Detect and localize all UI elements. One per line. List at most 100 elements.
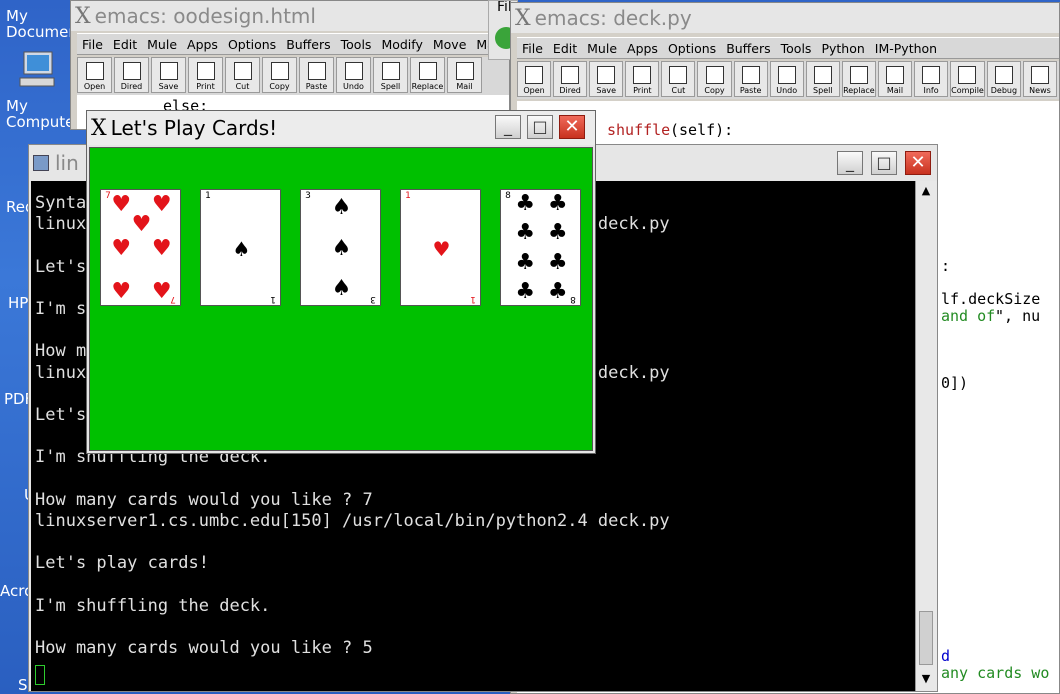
scrollbar-thumb[interactable]	[919, 611, 933, 665]
spell-check-icon	[813, 66, 832, 84]
terminal-line: I'm shuffling the deck.	[35, 595, 271, 616]
scroll-up-arrow-icon[interactable]: ▲	[918, 183, 934, 199]
menu-modify[interactable]: Modify	[376, 37, 427, 52]
cards-window[interactable]: X Let's Play Cards! _ □ ✕ 7 7 ♥ ♥ ♥ ♥ ♥ ♥ ♥ 1 1 ♠ 3 3…	[86, 110, 596, 454]
hearts-icon: ♥	[151, 192, 172, 218]
cards-maximize-button[interactable]: □	[527, 115, 553, 139]
gears-icon	[958, 66, 977, 84]
paste-button[interactable]: Paste	[299, 57, 334, 93]
menu-mule[interactable]: Mule	[582, 41, 622, 56]
spell-button[interactable]: Spell	[805, 61, 840, 97]
terminal-scrollbar[interactable]: ▲ ▼	[915, 181, 937, 691]
compile-button[interactable]: Compile	[950, 61, 985, 97]
menu-python[interactable]: Python	[816, 41, 869, 56]
dired-button[interactable]: Dired	[553, 61, 588, 97]
spell-button[interactable]: Spell	[373, 57, 408, 93]
mail-label: Mail	[886, 86, 904, 95]
desktop-icon-my-computer[interactable]: My Compute	[2, 50, 74, 130]
code-colon: :	[941, 257, 951, 275]
mail-icon	[455, 62, 474, 80]
mail-button[interactable]: Mail	[447, 57, 482, 93]
open-button[interactable]: Open	[517, 61, 552, 97]
cut-button[interactable]: Cut	[661, 61, 696, 97]
menu-apps[interactable]: Apps	[622, 41, 663, 56]
print-label: Print	[196, 82, 215, 91]
code-shuffle-keyword: shuffle	[607, 121, 671, 139]
folder-icon	[561, 66, 580, 84]
save-button[interactable]: Save	[589, 61, 624, 97]
cards-close-button[interactable]: ✕	[559, 115, 585, 139]
menu-file[interactable]: File	[517, 41, 548, 56]
bug-icon	[994, 66, 1013, 84]
menu-im-python[interactable]: IM-Python	[870, 41, 942, 56]
news-button[interactable]: News	[1022, 61, 1058, 97]
menu-mule[interactable]: Mule	[142, 37, 182, 52]
undo-label: Undo	[343, 82, 364, 91]
playing-card-3-of-spades[interactable]: 3 3 ♠ ♠ ♠	[300, 189, 381, 306]
clubs-icon: ♣	[515, 249, 536, 275]
menu-tools[interactable]: Tools	[336, 37, 377, 52]
hearts-icon: ♥	[151, 278, 172, 304]
card-rank-index-bottom: 3	[370, 294, 376, 304]
cut-label: Cut	[671, 86, 686, 95]
menu-buffers[interactable]: Buffers	[721, 41, 775, 56]
clubs-icon: ♣	[547, 191, 568, 217]
cut-button[interactable]: Cut	[225, 57, 260, 93]
print-button[interactable]: Print	[625, 61, 660, 97]
code-and-of-tail: ", nu	[995, 307, 1041, 325]
oodesign-title: emacs: oodesign.html	[94, 4, 316, 28]
playing-card-1-of-hearts[interactable]: 1 1 ♥	[400, 189, 481, 306]
replace-button[interactable]: Replace	[410, 57, 445, 93]
mail-button[interactable]: Mail	[877, 61, 913, 97]
x-logo-icon: X	[91, 115, 107, 141]
card-rank-index-bottom: 1	[270, 294, 276, 304]
deck-menubar: File Edit Mule Apps Options Buffers Tool…	[517, 37, 1059, 59]
menu-options[interactable]: Options	[223, 37, 281, 52]
print-button[interactable]: Print	[188, 57, 223, 93]
desktop-icon-my-documents[interactable]: My Documen	[2, 8, 78, 40]
replace-button[interactable]: Replace	[841, 61, 876, 97]
computer-icon	[16, 50, 58, 87]
menu-edit[interactable]: Edit	[108, 37, 142, 52]
open-button[interactable]: Open	[77, 57, 112, 93]
oodesign-titlebar[interactable]: X emacs: oodesign.html	[71, 1, 509, 31]
minimize-icon: _	[504, 117, 512, 136]
menu-edit[interactable]: Edit	[548, 41, 582, 56]
menu-move[interactable]: Move	[428, 37, 472, 52]
menu-file[interactable]: File	[77, 37, 108, 52]
dired-button[interactable]: Dired	[114, 57, 149, 93]
menu-buffers[interactable]: Buffers	[281, 37, 335, 52]
cards-minimize-button[interactable]: _	[495, 115, 521, 139]
replace-label: Replace	[411, 82, 444, 91]
debug-button[interactable]: Debug	[986, 61, 1021, 97]
folder-icon	[122, 62, 141, 80]
undo-button[interactable]: Undo	[336, 57, 371, 93]
playing-card-7-of-hearts[interactable]: 7 7 ♥ ♥ ♥ ♥ ♥ ♥ ♥	[100, 189, 181, 306]
menu-apps[interactable]: Apps	[182, 37, 223, 52]
menu-options[interactable]: Options	[663, 41, 721, 56]
copy-button[interactable]: Copy	[262, 57, 297, 93]
playing-card-1-of-spades[interactable]: 1 1 ♠	[200, 189, 281, 306]
undo-button[interactable]: Undo	[769, 61, 804, 97]
terminal-maximize-button[interactable]: □	[871, 151, 897, 175]
info-button[interactable]: Info	[914, 61, 949, 97]
terminal-minimize-button[interactable]: _	[837, 151, 863, 175]
code-any-cards: any cards wo	[941, 664, 1050, 682]
scissors-icon	[233, 62, 252, 80]
cards-title: Let's Play Cards!	[110, 116, 278, 140]
save-button[interactable]: Save	[151, 57, 186, 93]
menu-tools[interactable]: Tools	[776, 41, 817, 56]
spades-icon: ♠	[331, 235, 352, 261]
deck-titlebar[interactable]: X emacs: deck.py	[511, 3, 1059, 33]
paste-button[interactable]: Paste	[733, 61, 768, 97]
hp-icon-label[interactable]: HP	[8, 294, 28, 312]
card-rank-index-bottom: 8	[570, 294, 576, 304]
card-rank-index-bottom: 1	[470, 294, 476, 304]
mail-icon	[885, 66, 904, 84]
scroll-down-arrow-icon[interactable]: ▼	[918, 671, 934, 687]
oodesign-menubar: File Edit Mule Apps Options Buffers Tool…	[77, 33, 509, 55]
terminal-close-button[interactable]: ✕	[905, 151, 931, 175]
playing-card-8-of-clubs[interactable]: 8 8 ♣ ♣ ♣ ♣ ♣ ♣ ♣ ♣	[500, 189, 581, 306]
copy-button[interactable]: Copy	[697, 61, 732, 97]
terminal-line: Let's play cards!	[35, 553, 209, 574]
